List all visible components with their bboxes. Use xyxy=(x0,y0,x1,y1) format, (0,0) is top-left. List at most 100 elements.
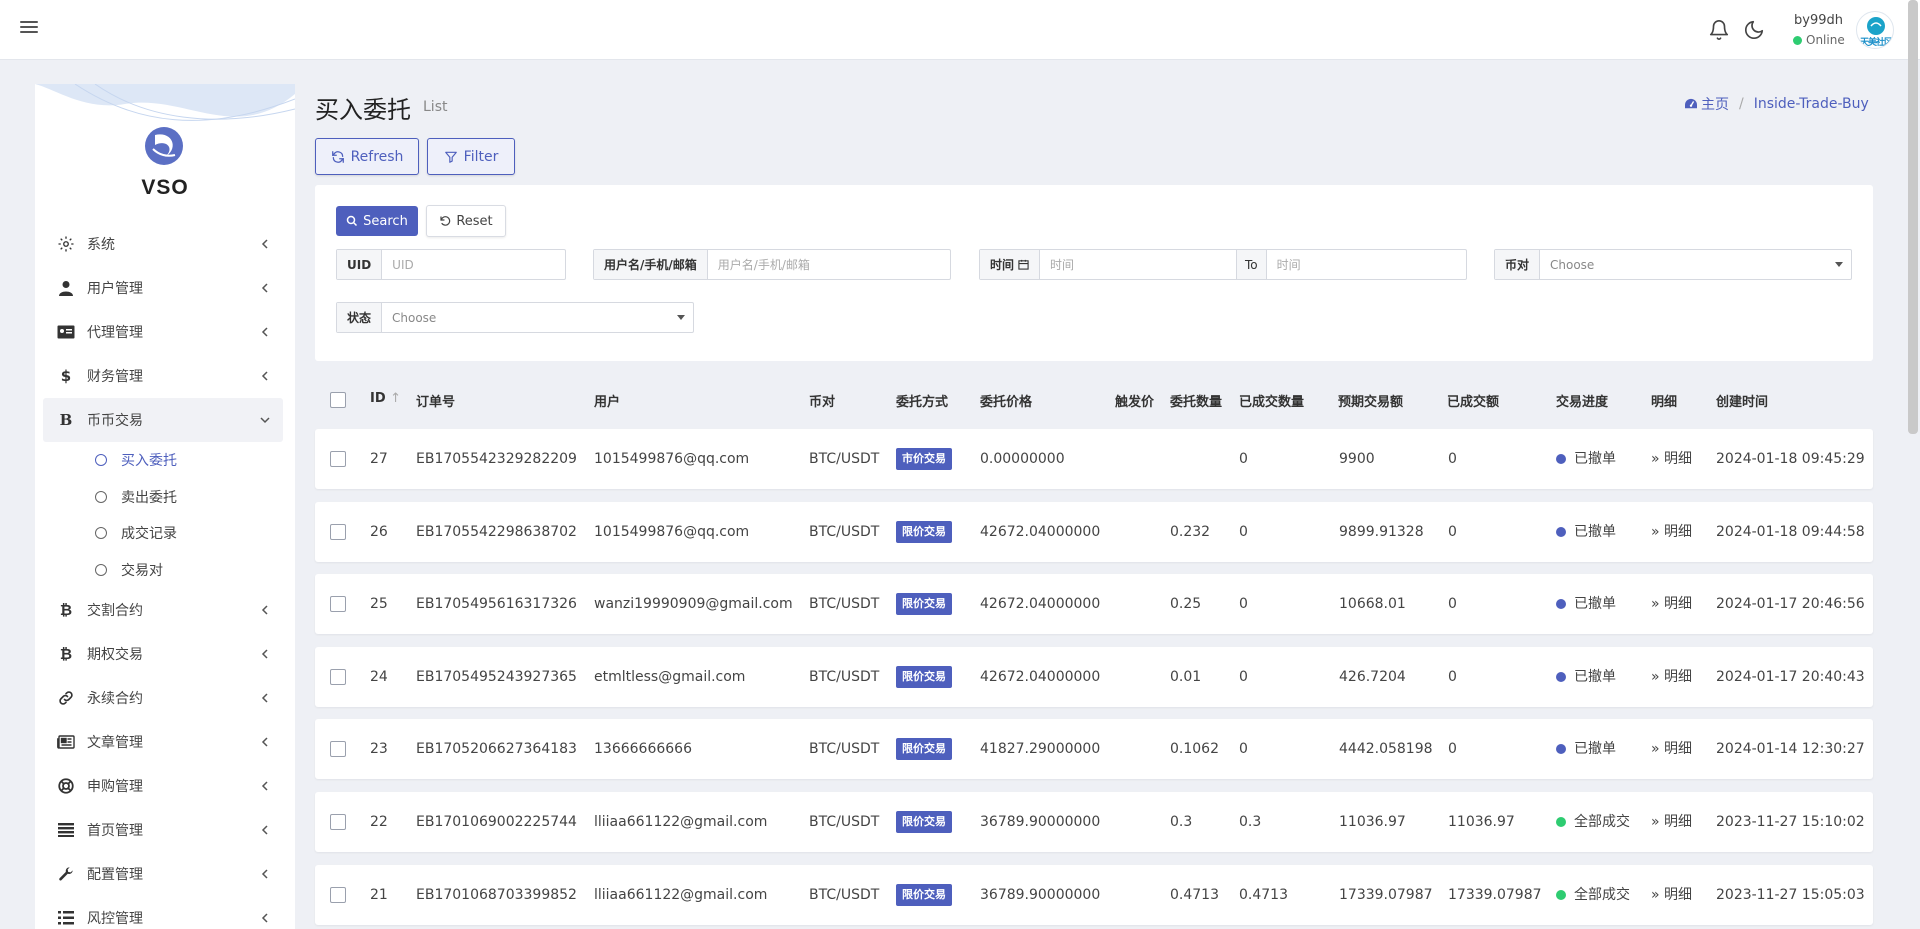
username[interactable]: by99dh xyxy=(1794,13,1843,28)
sidebar-item-delivery-contract[interactable]: ₿ 交割合约 xyxy=(43,588,283,632)
cell-id: 26 xyxy=(370,524,388,540)
sidebar-item-label: 代理管理 xyxy=(87,325,143,341)
sidebar-subitem-trading-pairs[interactable]: 交易对 xyxy=(95,552,283,589)
cell-user: 1015499876@qq.com xyxy=(594,451,750,467)
row-checkbox[interactable] xyxy=(330,596,346,612)
breadcrumb-home[interactable]: 主页 xyxy=(1701,94,1729,114)
cell-id: 21 xyxy=(370,887,388,903)
sidebar-item-articles[interactable]: 文章管理 xyxy=(43,720,283,764)
select-all-checkbox[interactable] xyxy=(330,392,346,408)
column-header-order: 订单号 xyxy=(416,395,456,410)
avatar-text: 天美社区 xyxy=(1859,38,1893,48)
cell-order-no: EB1701068703399852 xyxy=(416,887,577,903)
search-button[interactable]: Search xyxy=(336,206,418,236)
column-header-created: 创建时间 xyxy=(1716,395,1769,410)
moon-icon[interactable] xyxy=(1743,19,1765,41)
sidebar-item-agents[interactable]: 代理管理 xyxy=(43,310,283,354)
cell-pair: BTC/USDT xyxy=(809,814,880,830)
avatar[interactable]: 天美社区 xyxy=(1856,11,1894,49)
status-dot-icon xyxy=(1556,599,1566,609)
table-row: 24 EB1705495243927365 etmltless@gmail.co… xyxy=(315,647,1873,707)
progress-text: 已撤单 xyxy=(1574,596,1616,612)
cell-filled-qty: 0 xyxy=(1239,524,1248,540)
state-select[interactable]: Choose xyxy=(382,303,693,332)
newspaper-icon xyxy=(57,733,75,751)
sidebar-item-spot-trading[interactable]: B 币币交易 xyxy=(43,398,283,442)
sidebar-subitem-sell-orders[interactable]: 卖出委托 xyxy=(95,479,283,516)
pair-select[interactable]: Choose xyxy=(1540,250,1851,279)
table-row: 23 EB1705206627364183 13666666666 BTC/US… xyxy=(315,719,1873,779)
sidebar-subitem-buy-orders[interactable]: 买入委托 xyxy=(95,442,283,479)
chevron-left-icon xyxy=(261,869,268,879)
cell-progress: 全部成交 xyxy=(1556,865,1630,925)
cell-expected: 17339.07987 xyxy=(1339,887,1433,903)
cell-filled-amt: 0 xyxy=(1448,451,1457,467)
filter-button[interactable]: Filter xyxy=(427,138,515,175)
refresh-button[interactable]: Refresh xyxy=(315,138,419,175)
row-checkbox[interactable] xyxy=(330,524,346,540)
row-checkbox[interactable] xyxy=(330,887,346,903)
pair-filter: 币对 Choose xyxy=(1494,249,1852,280)
filter-label: Filter xyxy=(463,148,499,165)
cell-type: 限价交易 xyxy=(896,792,952,852)
chevron-down-icon xyxy=(260,417,270,424)
row-checkbox[interactable] xyxy=(330,669,346,685)
cell-type: 限价交易 xyxy=(896,865,952,925)
order-type-badge: 限价交易 xyxy=(896,666,952,688)
sidebar-item-risk-control[interactable]: 风控管理 xyxy=(43,896,283,929)
sidebar-subitem-trade-records[interactable]: 成交记录 xyxy=(95,515,283,552)
user-filter: 用户名/手机/邮箱 xyxy=(593,249,951,280)
sidebar-item-options[interactable]: ₿ 期权交易 xyxy=(43,632,283,676)
cell-qty: 0.3 xyxy=(1170,814,1193,830)
cell-user: wanzi19990909@gmail.com xyxy=(594,596,793,612)
table-row: 21 EB1701068703399852 lliiaa661122@gmail… xyxy=(315,865,1873,925)
sidebar-item-system[interactable]: 系统 xyxy=(43,222,283,266)
table-row: 26 EB1705542298638702 1015499876@qq.com … xyxy=(315,502,1873,562)
detail-text: 明细 xyxy=(1664,596,1693,612)
time-to-input[interactable] xyxy=(1266,250,1466,279)
row-checkbox[interactable] xyxy=(330,741,346,757)
sidebar-item-perpetual[interactable]: 永续合约 xyxy=(43,676,283,720)
uid-input[interactable] xyxy=(382,250,565,279)
table-row: 22 EB1701069002225744 lliiaa661122@gmail… xyxy=(315,792,1873,852)
cell-pair: BTC/USDT xyxy=(809,596,880,612)
table-header: ID ↑ 订单号 用户 币对 委托方式 委托价格 触发价 委托数量 已成交数量 … xyxy=(315,379,1873,419)
detail-link[interactable]: » 明细 xyxy=(1651,647,1692,707)
page-scrollbar[interactable] xyxy=(1908,0,1918,434)
row-checkbox[interactable] xyxy=(330,814,346,830)
detail-link[interactable]: » 明细 xyxy=(1651,865,1692,925)
detail-link[interactable]: » 明细 xyxy=(1651,429,1692,489)
to-label: To xyxy=(1236,250,1267,279)
sidebar-item-finance[interactable]: $ 财务管理 xyxy=(43,354,283,398)
chevron-left-icon xyxy=(261,913,268,923)
double-chevron-icon: » xyxy=(1651,814,1660,830)
caret-down-icon xyxy=(1835,262,1843,267)
sidebar-item-label: 风控管理 xyxy=(87,911,143,927)
menu-toggle-icon[interactable] xyxy=(20,18,38,36)
pair-select-value: Choose xyxy=(1550,257,1595,272)
detail-link[interactable]: » 明细 xyxy=(1651,574,1692,634)
cell-expected: 10668.01 xyxy=(1339,596,1406,612)
sidebar-item-homepage[interactable]: 首页管理 xyxy=(43,808,283,852)
column-header-filled-qty: 已成交数量 xyxy=(1239,395,1305,410)
chevron-left-icon xyxy=(261,737,268,747)
detail-link[interactable]: » 明细 xyxy=(1651,502,1692,562)
cell-filled-qty: 0 xyxy=(1239,741,1248,757)
cell-type: 市价交易 xyxy=(896,429,952,489)
refresh-label: Refresh xyxy=(350,148,404,165)
detail-link[interactable]: » 明细 xyxy=(1651,792,1692,852)
sidebar-item-config[interactable]: 配置管理 xyxy=(43,852,283,896)
sidebar-item-subscription[interactable]: 申购管理 xyxy=(43,764,283,808)
row-checkbox[interactable] xyxy=(330,451,346,467)
sidebar-item-users[interactable]: 用户管理 xyxy=(43,266,283,310)
cell-user: etmltless@gmail.com xyxy=(594,669,746,685)
user-input[interactable] xyxy=(707,250,950,279)
column-header-id[interactable]: ID ↑ xyxy=(370,391,401,406)
sidebar-subitem-label: 交易对 xyxy=(121,562,163,579)
detail-link[interactable]: » 明细 xyxy=(1651,719,1692,779)
reset-button[interactable]: Reset xyxy=(426,205,506,237)
cell-created: 2024-01-18 09:44:58 xyxy=(1716,524,1865,540)
detail-text: 明细 xyxy=(1664,669,1693,685)
bell-icon[interactable] xyxy=(1708,19,1730,41)
time-from-input[interactable] xyxy=(1040,250,1237,279)
